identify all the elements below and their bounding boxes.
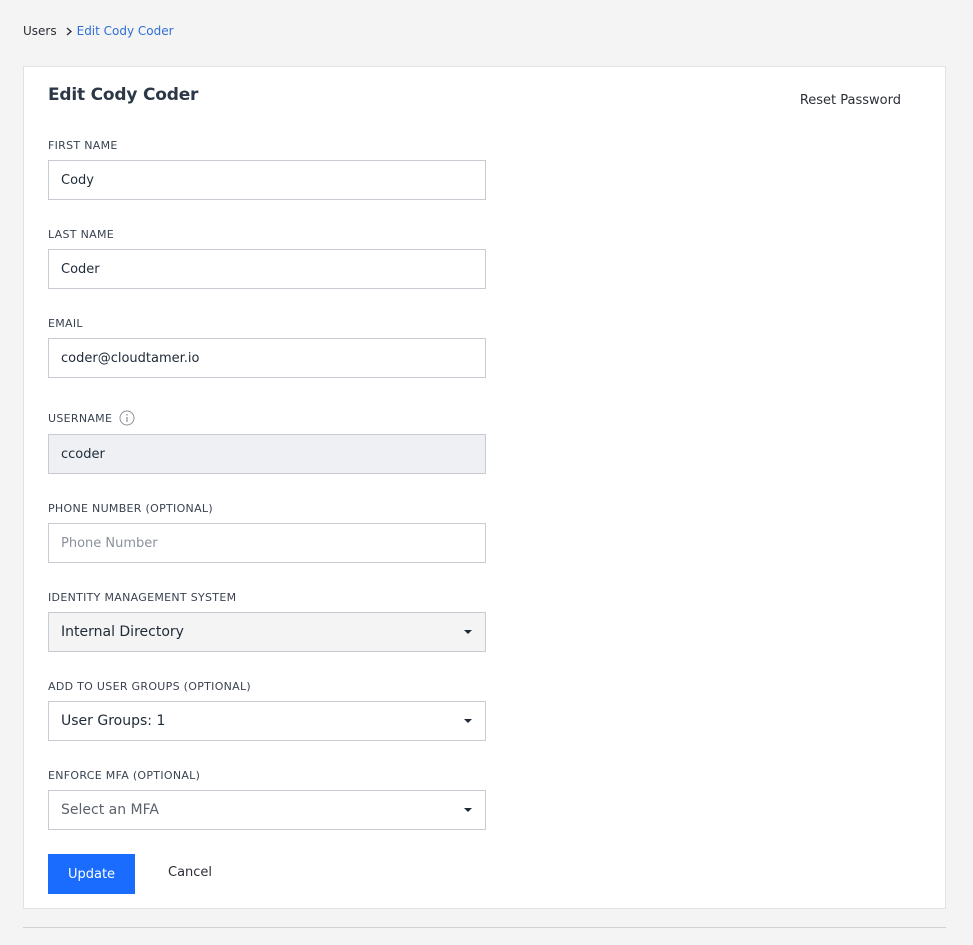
breadcrumb-users-link[interactable]: Users <box>23 24 57 38</box>
first-name-group: FIRST NAME Cody <box>48 139 486 200</box>
reset-password-link[interactable]: Reset Password <box>800 93 901 108</box>
username-label-row: USERNAME <box>48 410 486 426</box>
first-name-value: Cody <box>61 172 94 188</box>
ims-select[interactable]: Internal Directory <box>48 612 486 652</box>
last-name-value: Coder <box>61 261 100 277</box>
last-name-input[interactable]: Coder <box>48 249 486 289</box>
username-value: ccoder <box>61 446 105 462</box>
username-group: USERNAME ccoder <box>48 410 486 474</box>
caret-down-icon <box>464 719 472 723</box>
username-input: ccoder <box>48 434 486 474</box>
mfa-group: ENFORCE MFA (OPTIONAL) Select an MFA <box>48 769 486 830</box>
email-group: EMAIL coder@cloudtamer.io <box>48 317 486 378</box>
email-input[interactable]: coder@cloudtamer.io <box>48 338 486 378</box>
divider <box>23 927 946 928</box>
first-name-label: FIRST NAME <box>48 139 118 152</box>
email-value: coder@cloudtamer.io <box>61 350 200 366</box>
ims-label: IDENTITY MANAGEMENT SYSTEM <box>48 591 237 604</box>
first-name-input[interactable]: Cody <box>48 160 486 200</box>
caret-down-icon <box>464 630 472 634</box>
last-name-group: LAST NAME Coder <box>48 228 486 289</box>
mfa-label: ENFORCE MFA (OPTIONAL) <box>48 769 201 782</box>
caret-down-icon <box>464 808 472 812</box>
ims-value: Internal Directory <box>61 624 184 640</box>
info-icon[interactable] <box>119 410 135 426</box>
username-label: USERNAME <box>48 411 113 425</box>
phone-group: PHONE NUMBER (OPTIONAL) Phone Number <box>48 502 486 563</box>
user-groups-value: User Groups: 1 <box>61 713 166 729</box>
edit-user-card: Edit Cody Coder Reset Password FIRST NAM… <box>23 66 946 909</box>
mfa-placeholder: Select an MFA <box>61 802 159 818</box>
update-button[interactable]: Update <box>48 854 135 894</box>
breadcrumb: Users Edit Cody Coder <box>23 24 174 38</box>
phone-label: PHONE NUMBER (OPTIONAL) <box>48 502 213 515</box>
email-label: EMAIL <box>48 317 83 330</box>
chevron-right-icon <box>66 26 72 36</box>
cancel-button[interactable]: Cancel <box>168 865 212 880</box>
phone-input[interactable]: Phone Number <box>48 523 486 563</box>
page-title: Edit Cody Coder <box>48 85 199 105</box>
mfa-select[interactable]: Select an MFA <box>48 790 486 830</box>
breadcrumb-current[interactable]: Edit Cody Coder <box>77 24 174 38</box>
ims-group: IDENTITY MANAGEMENT SYSTEM Internal Dire… <box>48 591 486 652</box>
phone-placeholder: Phone Number <box>61 535 158 551</box>
user-groups-select[interactable]: User Groups: 1 <box>48 701 486 741</box>
user-groups-label: ADD TO USER GROUPS (OPTIONAL) <box>48 680 252 693</box>
user-groups-group: ADD TO USER GROUPS (OPTIONAL) User Group… <box>48 680 486 741</box>
last-name-label: LAST NAME <box>48 228 114 241</box>
